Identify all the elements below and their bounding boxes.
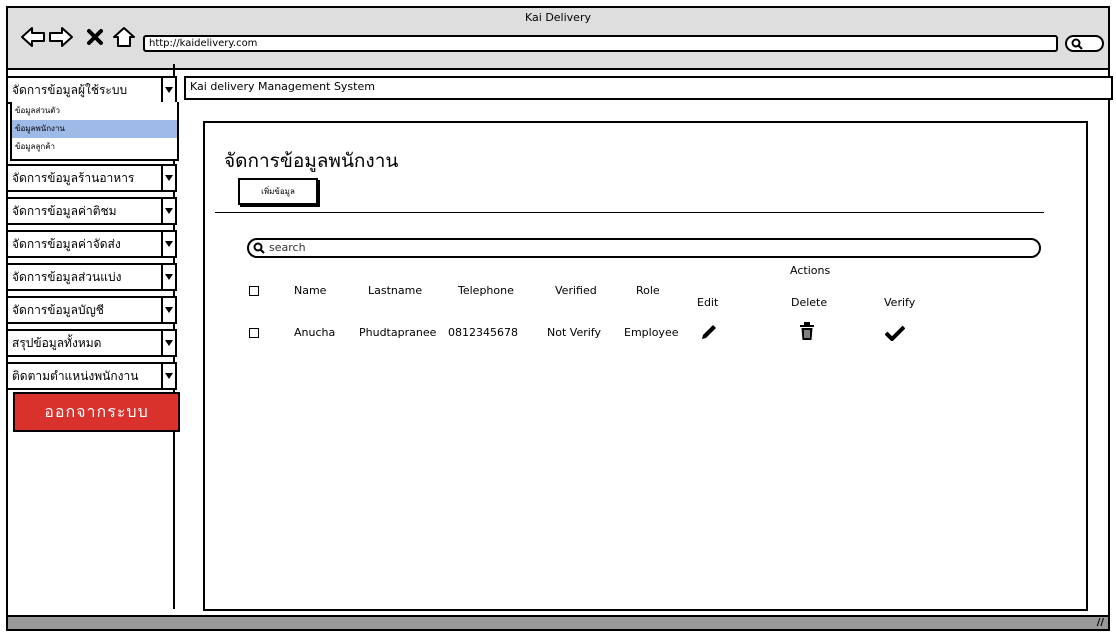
menu-label: จัดการข้อมูลส่วนแบ่ง — [12, 270, 122, 284]
menu-label: จัดการข้อมูลค่าติชม — [12, 204, 117, 218]
column-header-delete: Delete — [791, 296, 828, 309]
cell-role: Employee — [624, 326, 679, 339]
window-title: Kai Delivery — [525, 11, 591, 24]
chevron-down-icon[interactable] — [161, 232, 175, 256]
menu-feedback[interactable]: จัดการข้อมูลค่าติชม — [6, 197, 177, 225]
menu-label: ติดตามตำแหน่งพนักงาน — [12, 369, 139, 383]
chevron-down-icon[interactable] — [161, 199, 175, 223]
menu-share[interactable]: จัดการข้อมูลส่วนแบ่ง — [6, 263, 177, 291]
back-arrow-icon[interactable] — [20, 26, 46, 48]
menu-label: สรุปข้อมูลทั้งหมด — [12, 336, 102, 350]
menu-restaurant[interactable]: จัดการข้อมูลร้านอาหาร — [6, 164, 177, 192]
search-icon — [1071, 38, 1083, 50]
submenu-employee-info[interactable]: ข้อมูลพนักงาน — [12, 120, 177, 138]
title-bar: Kai Delivery http://kaidelivery.com — [8, 8, 1108, 70]
select-all-checkbox[interactable] — [249, 286, 259, 296]
menu-label: จัดการข้อมูลผู้ใช้ระบบ — [12, 83, 128, 97]
submenu-customer-info[interactable]: ข้อมูลลูกค้า — [12, 138, 177, 156]
user-menu-dropdown: ข้อมูลส่วนตัว ข้อมูลพนักงาน ข้อมูลลูกค้า — [10, 102, 179, 161]
forward-arrow-icon[interactable] — [48, 26, 74, 48]
page-title: จัดการข้อมูลพนักงาน — [224, 150, 399, 172]
column-header-telephone: Telephone — [458, 284, 514, 297]
menu-summary[interactable]: สรุปข้อมูลทั้งหมด — [6, 329, 177, 357]
search-placeholder: search — [269, 241, 306, 254]
cell-verified: Not Verify — [547, 326, 601, 339]
row-checkbox[interactable] — [249, 328, 259, 338]
logout-button[interactable]: ออกจากระบบ — [13, 392, 180, 432]
home-icon[interactable] — [111, 26, 137, 48]
menu-accounts[interactable]: จัดการข้อมูลบัญชี — [6, 296, 177, 324]
pencil-icon[interactable] — [700, 323, 718, 341]
trash-icon[interactable] — [799, 322, 815, 341]
column-header-verified: Verified — [555, 284, 597, 297]
cell-name: Anucha — [294, 326, 336, 339]
menu-label: จัดการข้อมูลค่าจัดส่ง — [12, 237, 121, 251]
actions-header: Actions — [790, 264, 831, 277]
close-icon[interactable] — [86, 26, 104, 48]
browser-search-button[interactable] — [1065, 35, 1104, 52]
submenu-personal-info[interactable]: ข้อมูลส่วนตัว — [12, 102, 177, 120]
menu-label: จัดการข้อมูลร้านอาหาร — [12, 171, 135, 185]
chevron-down-icon[interactable] — [161, 298, 175, 322]
menu-track-employee[interactable]: ติดตามตำแหน่งพนักงาน — [6, 362, 177, 390]
column-header-verify: Verify — [884, 296, 916, 309]
column-header-name: Name — [294, 284, 327, 297]
divider — [215, 212, 1044, 213]
column-header-role: Role — [636, 284, 660, 297]
search-input[interactable]: search — [247, 238, 1041, 258]
url-bar[interactable]: http://kaidelivery.com — [143, 35, 1058, 52]
column-header-lastname: Lastname — [368, 284, 423, 297]
chevron-down-icon[interactable] — [161, 265, 175, 289]
menu-label: จัดการข้อมูลบัญชี — [12, 303, 104, 317]
chevron-down-icon[interactable] — [161, 78, 175, 102]
cell-telephone: 0812345678 — [448, 326, 518, 339]
menu-user-management[interactable]: จัดการข้อมูลผู้ใช้ระบบ — [6, 76, 177, 104]
chevron-down-icon[interactable] — [161, 331, 175, 355]
chevron-down-icon[interactable] — [161, 166, 175, 190]
menu-delivery-fee[interactable]: จัดการข้อมูลค่าจัดส่ง — [6, 230, 177, 258]
content-panel — [203, 121, 1088, 611]
resize-grip-icon[interactable]: // — [1097, 617, 1104, 628]
checkmark-icon[interactable] — [885, 325, 905, 341]
system-title-bar: Kai delivery Management System — [184, 76, 1113, 100]
status-bar: // — [8, 615, 1108, 629]
column-header-edit: Edit — [697, 296, 719, 309]
chevron-down-icon[interactable] — [161, 364, 175, 388]
add-data-button[interactable]: เพิ่มข้อมูล — [238, 178, 318, 205]
search-icon — [253, 242, 265, 254]
cell-lastname: Phudtapranee — [359, 326, 437, 339]
